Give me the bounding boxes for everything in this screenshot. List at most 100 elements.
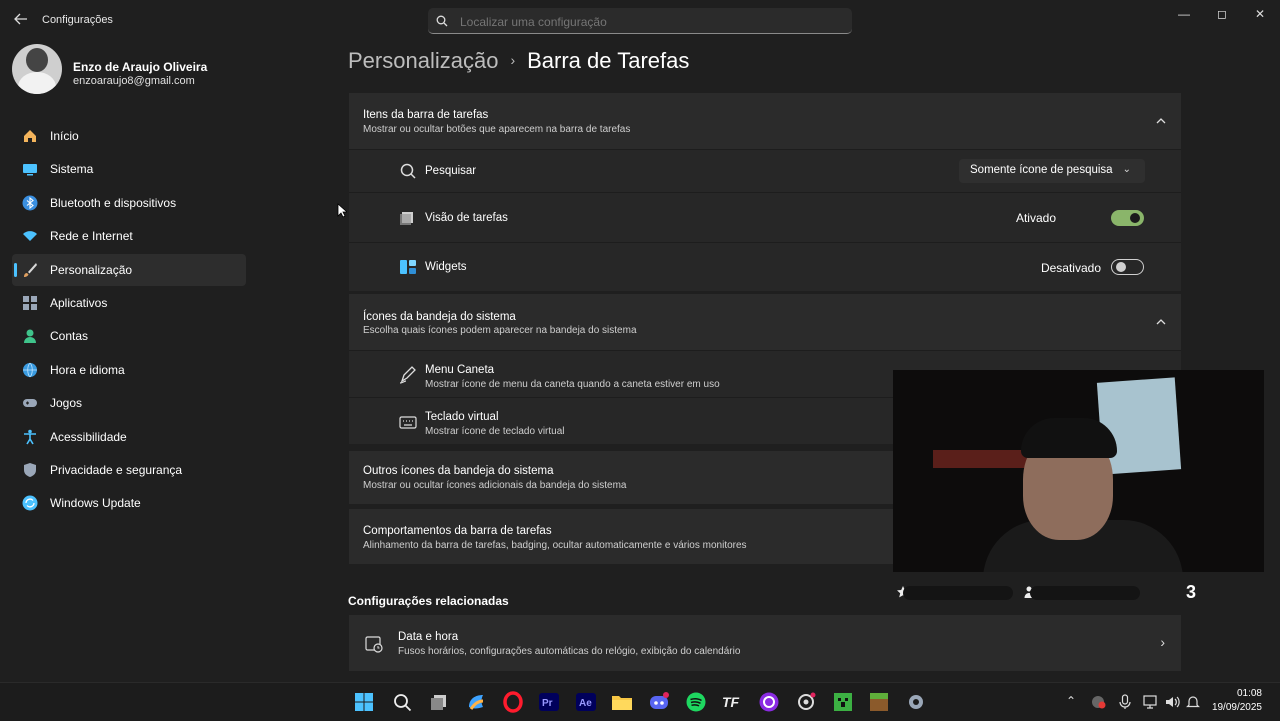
globe-icon [23,362,37,378]
minimize-button[interactable]: — [1166,4,1202,24]
chevron-up-icon[interactable] [1155,316,1167,328]
breadcrumb: Personalização › Barra de Tarefas [348,48,689,74]
obs-icon[interactable] [758,691,780,713]
toggle-state-label: Ativado [1015,211,1056,225]
sidebar-item-label: Personalização [50,262,133,277]
dropdown-value: Somente ícone de pesquisa [970,164,1113,176]
sidebar-item-inicio[interactable]: Início [12,120,246,152]
clock-time: 01:08 [1236,688,1262,699]
sidebar-item-label: Privacidade e segurança [50,462,183,477]
sidebar-item-windows-update[interactable]: Windows Update [12,487,246,519]
row-pesquisar: Pesquisar Somente ícone de pesquisa ⌄ [349,149,1181,192]
sidebar-item-label: Início [50,129,79,143]
opera-icon[interactable] [502,691,524,713]
sidebar-item-rede[interactable]: Rede e Internet [12,220,246,252]
search-box[interactable] [428,8,852,34]
sidebar-item-acessibilidade[interactable]: Acessibilidade [12,421,246,453]
search-icon[interactable] [391,691,413,713]
search-input[interactable] [458,11,842,33]
user-profile[interactable]: Enzo de Araujo Oliveira enzoaraujo8@gmai… [12,44,252,100]
update-icon [22,495,38,511]
chatgpt-icon[interactable] [795,691,817,713]
sidebar-item-personalizacao[interactable]: Personalização [12,253,246,286]
antivirus-tray-icon[interactable] [1090,694,1106,710]
row-label: Widgets [425,261,467,273]
page-title: Barra de Tarefas [527,48,690,73]
chevron-right-icon: › [1160,634,1165,650]
sidebar-item-label: Rede e Internet [50,229,133,244]
row-label: Teclado virtual [425,411,499,423]
close-button[interactable]: ✕ [1242,4,1278,24]
app-title: Configurações [42,14,113,26]
minecraft-icon[interactable] [832,691,854,713]
section-title: Comportamentos da barra de tarefas [363,525,552,537]
tray-icons-header[interactable]: Ícones da bandeja do sistema Escolha qua… [349,294,1181,350]
sidebar-item-hora[interactable]: Hora e idioma [12,354,246,386]
row-label: Pesquisar [425,165,477,177]
widgets-toggle[interactable] [1111,259,1144,275]
section-title: Outros ícones da bandeja do sistema [363,465,554,477]
system-clock[interactable]: 01:08 19/09/2025 [1212,687,1262,715]
svg-text:TF: TF [722,694,740,710]
discord-icon[interactable] [648,691,670,713]
row-label: Visão de tarefas [425,212,508,224]
sidebar-item-privacidade[interactable]: Privacidade e segurança [12,454,246,486]
section-title: Itens da barra de tarefas [363,109,489,121]
sidebar-item-label: Aplicativos [50,295,108,310]
section-title: Data e hora [398,631,459,643]
sidebar-item-bluetooth[interactable]: Bluetooth e dispositivos [12,187,246,219]
sidebar-nav: Início Sistema Bluetooth e dispositivos … [12,120,246,521]
svg-text:Pr: Pr [542,698,553,709]
folder-icon[interactable] [611,691,633,713]
section-subtitle: Escolha quais ícones podem aparecer na b… [363,325,637,336]
shield-icon [24,462,36,477]
task-view-toggle[interactable] [1111,210,1144,226]
premiere-icon[interactable]: Pr [538,691,560,713]
widgets-icon [400,260,416,274]
search-mode-dropdown[interactable]: Somente ícone de pesquisa ⌄ [959,159,1145,183]
sidebar-item-label: Windows Update [50,496,141,511]
volume-icon[interactable] [1164,694,1182,710]
search-icon [436,15,448,27]
breadcrumb-separator: › [510,52,516,68]
gamepad-icon [23,399,37,408]
windows-taskbar: Pr Ae TF ⌃ 01:08 19/09/2025 [0,682,1280,721]
svg-text:Ae: Ae [579,698,592,709]
section-subtitle: Mostrar ou ocultar ícones adicionais da … [363,480,627,491]
microphone-icon[interactable] [1118,694,1132,710]
overlay-bar [1030,586,1140,600]
settings-gear-icon[interactable] [905,691,927,713]
task-view-icon [400,212,413,225]
task-view-icon[interactable] [428,691,450,713]
sidebar-item-label: Hora e idioma [50,362,125,377]
breadcrumb-parent[interactable]: Personalização [348,48,498,73]
tray-overflow-chevron-icon[interactable]: ⌃ [1066,694,1076,708]
row-widgets: Widgets Desativado [349,242,1181,291]
maximize-button[interactable]: ◻ [1204,4,1240,24]
user-email: enzoaraujo8@gmail.com [73,75,195,87]
taskbar-items-header[interactable]: Itens da barra de tarefas Mostrar ou ocu… [349,93,1181,149]
chevron-up-icon[interactable] [1155,115,1167,127]
sidebar-item-contas[interactable]: Contas [12,320,246,352]
home-icon [24,130,36,142]
avatar [12,44,62,94]
search-icon [400,163,416,179]
copilot-icon[interactable] [465,691,487,713]
spotify-icon[interactable] [685,691,707,713]
notification-icon[interactable] [1186,694,1200,710]
bluetooth-icon [22,195,38,211]
sidebar-item-aplicativos[interactable]: Aplicativos [12,287,246,319]
chevron-down-icon: ⌄ [1122,164,1131,175]
sidebar-item-sistema[interactable]: Sistema [12,153,246,185]
minecraft-grass-icon[interactable] [868,691,890,713]
clock-date: 19/09/2025 [1211,702,1262,713]
after-effects-icon[interactable]: Ae [575,691,597,713]
windows-start-icon[interactable] [353,691,375,713]
tf-app-icon[interactable]: TF [721,691,743,713]
title-bar: Configurações — ◻ ✕ [0,0,1280,40]
related-date-time[interactable]: Data e hora Fusos horários, configuraçõe… [349,615,1181,671]
network-icon[interactable] [1142,694,1160,710]
back-arrow-icon[interactable] [12,12,30,28]
sidebar-item-jogos[interactable]: Jogos [12,387,246,419]
brush-icon [24,262,37,277]
